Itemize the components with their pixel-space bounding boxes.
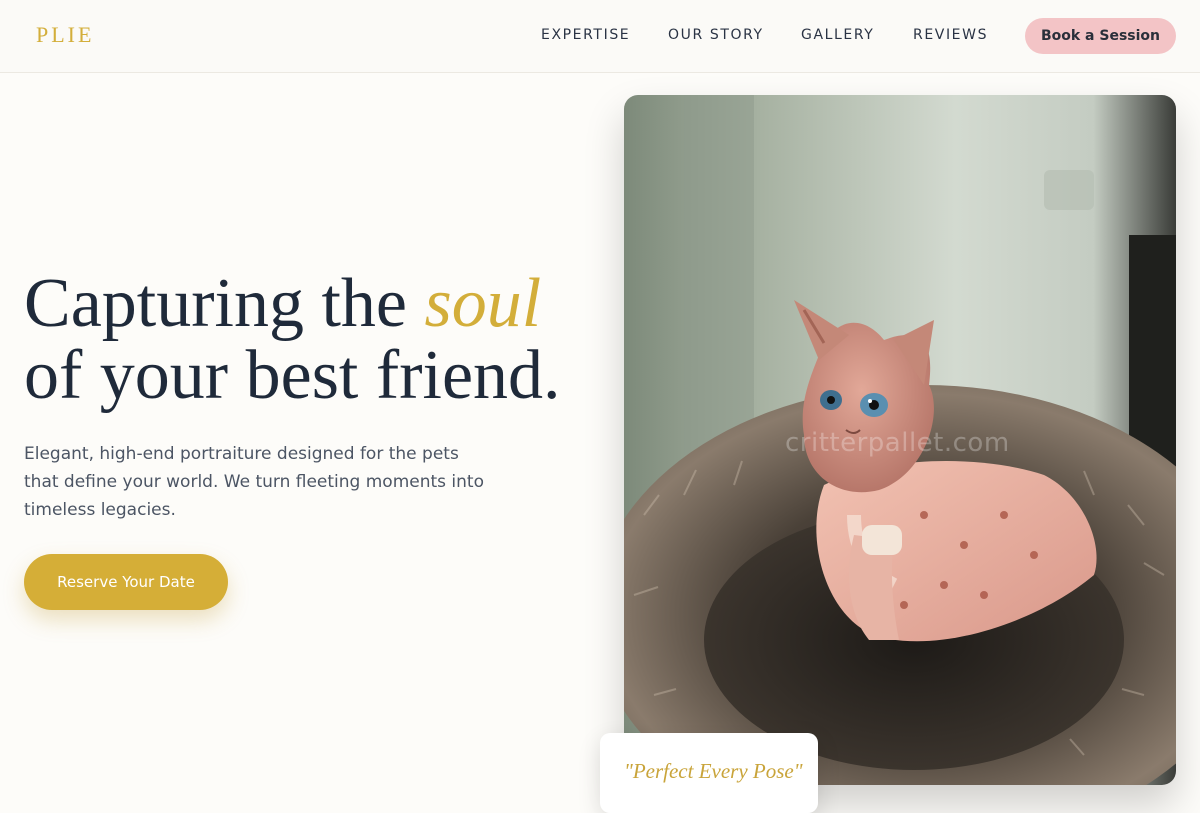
nav-link-gallery[interactable]: GALLERY [801,27,874,43]
hero-title-part2: of your best friend. [24,337,561,414]
nav-link-expertise[interactable]: EXPERTISE [541,27,630,43]
hero-title-accent: soul [424,265,542,342]
nav-link-reviews[interactable]: REVIEWS [913,27,988,43]
book-session-button[interactable]: Book a Session [1025,18,1176,54]
photo-watermark: critterpallet.com [785,428,1010,458]
testimonial-quote: "Perfect Every Pose" [624,759,803,783]
hero-title: Capturing the soul of your best friend. [24,268,624,412]
reserve-date-button[interactable]: Reserve Your Date [24,554,228,610]
top-navbar: PLIE EXPERTISE OUR STORY GALLERY REVIEWS… [0,0,1200,73]
main-nav: EXPERTISE OUR STORY GALLERY REVIEWS [0,27,1200,47]
hero-subtitle: Elegant, high-end portraiture designed f… [24,444,484,520]
nav-link-our-story[interactable]: OUR STORY [668,27,764,43]
testimonial-card: "Perfect Every Pose" [600,733,818,813]
hero-title-part1: Capturing the [24,265,425,342]
